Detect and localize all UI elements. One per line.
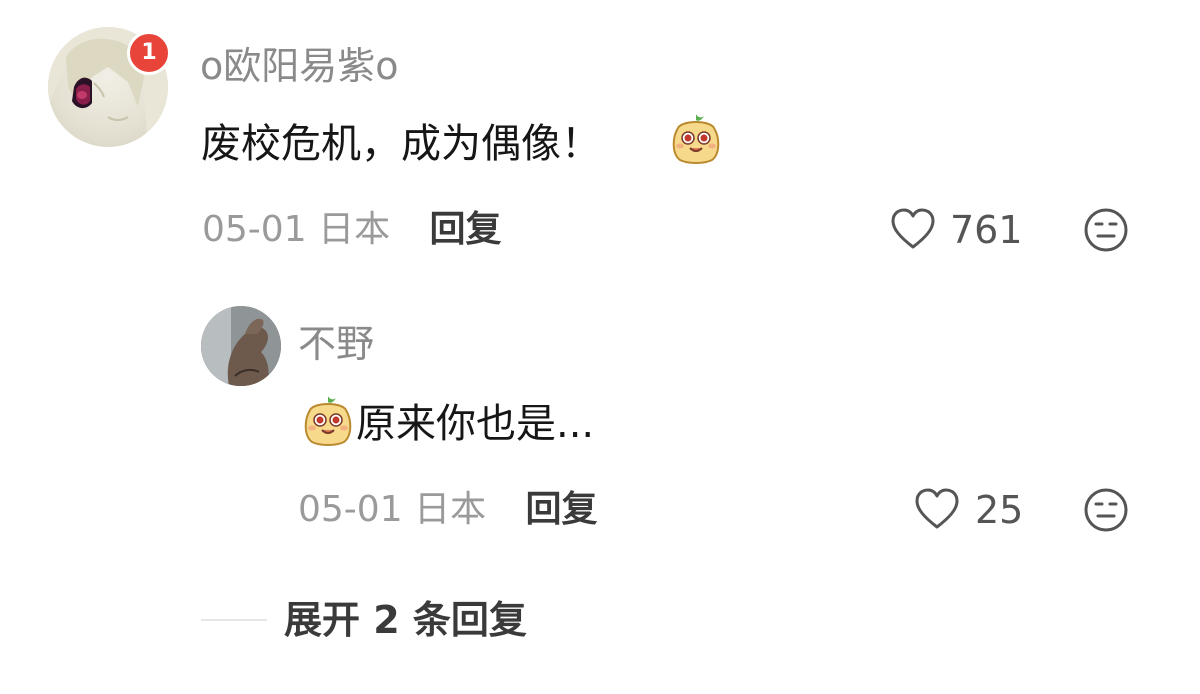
comment-location: 日本 [318, 209, 391, 250]
expand-divider [201, 619, 267, 621]
expand-replies-button[interactable]: 展开 2 条回复 [284, 594, 527, 646]
replier-avatar[interactable] [201, 306, 281, 386]
comment-text: 废校危机，成为偶像！ [201, 121, 601, 167]
heart-icon[interactable] [890, 207, 936, 253]
smiling-bun-emoji-icon [672, 114, 720, 164]
reply-meta: 05-01 日本 回复 [298, 484, 598, 536]
reply-date: 05-01 [298, 489, 403, 530]
replier-username[interactable]: 不野 [298, 318, 374, 370]
reply-like-count: 25 [975, 488, 1024, 532]
commenter-username[interactable]: o欧阳易紫o [200, 40, 399, 92]
reply-text: 原来你也是... [356, 401, 595, 447]
reply-to-reply-button[interactable]: 回复 [526, 489, 598, 530]
heart-icon[interactable] [914, 487, 960, 533]
smiling-bun-emoji-icon [304, 396, 352, 446]
like-count: 761 [950, 208, 1023, 252]
hand-photo-avatar-icon [201, 306, 281, 386]
reply-button[interactable]: 回复 [430, 209, 502, 250]
comment-meta: 05-01 日本 回复 [202, 204, 502, 256]
notification-badge: 1 [127, 31, 171, 75]
reply-location: 日本 [414, 489, 487, 530]
meh-face-icon[interactable] [1082, 486, 1130, 534]
meh-face-icon[interactable] [1082, 206, 1130, 254]
comment-date: 05-01 [202, 209, 307, 250]
